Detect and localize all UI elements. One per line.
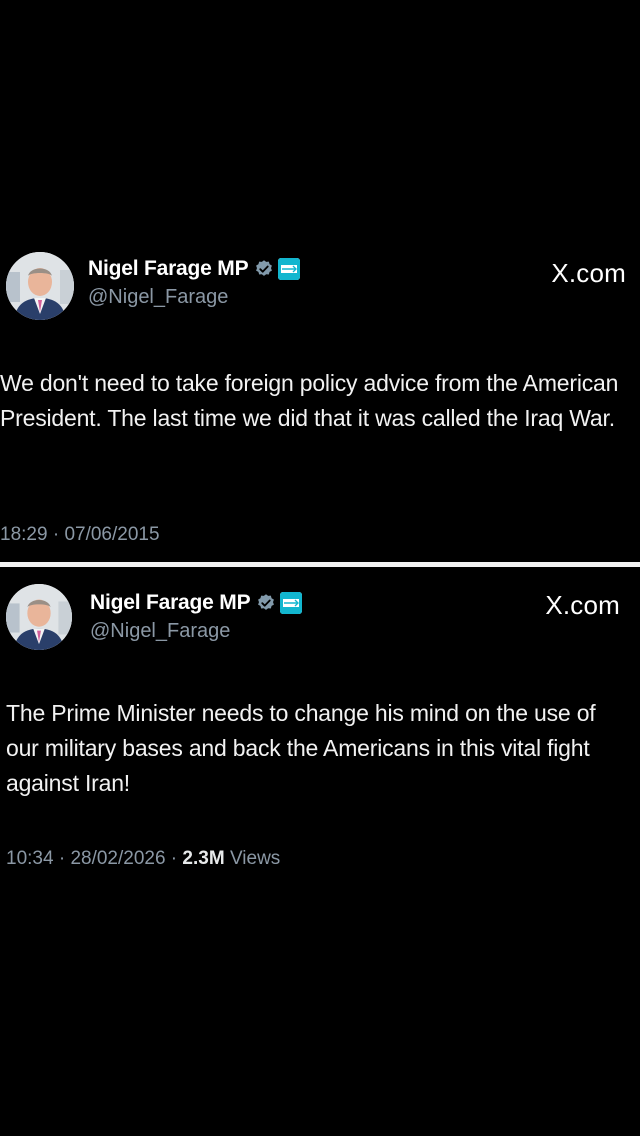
tweet-text: We don't need to take foreign policy adv… (0, 370, 619, 431)
avatar-image (6, 252, 74, 320)
display-name[interactable]: Nigel Farage MP (90, 591, 251, 615)
handle[interactable]: @Nigel_Farage (88, 286, 300, 309)
tweet-card[interactable]: Nigel Farage MP @Nigel_Farage X.com We d… (0, 248, 640, 545)
tweet-text: The Prime Minister needs to change his m… (6, 700, 596, 796)
verified-badge-icon[interactable] (256, 593, 276, 613)
meta-separator: · (47, 524, 65, 545)
brand-label: X.com (551, 258, 626, 289)
reform-uk-affiliate-icon[interactable] (278, 258, 301, 280)
author-info: Nigel Farage MP @Nigel_Farage (88, 254, 301, 309)
tweet-time[interactable]: 10:34 (6, 848, 54, 869)
views-count[interactable]: 2.3M (182, 848, 224, 869)
tweet-header: Nigel Farage MP @Nigel_Farage X.com (0, 578, 640, 658)
tweet-meta: 18:29 · 07/06/2015 (0, 524, 160, 546)
brand-text: X.com (551, 258, 626, 288)
name-row: Nigel Farage MP (88, 254, 301, 284)
brand-text: X.com (545, 590, 620, 620)
tweet-card[interactable]: Nigel Farage MP @Nigel_Farage X.com The … (0, 578, 640, 869)
avatar-image (6, 584, 72, 650)
tweet-date[interactable]: 28/02/2026 (70, 848, 165, 869)
brand-label: X.com (545, 590, 620, 621)
meta-separator: · (165, 848, 183, 869)
reform-uk-affiliate-icon[interactable] (280, 592, 303, 614)
views-label: Views (229, 848, 281, 869)
name-row: Nigel Farage MP (90, 588, 303, 618)
tweet-meta: 10:34 · 28/02/2026 · 2.3M Views (6, 848, 280, 870)
avatar[interactable] (6, 584, 72, 650)
display-name[interactable]: Nigel Farage MP (88, 257, 249, 281)
handle[interactable]: @Nigel_Farage (90, 620, 302, 643)
tweet-header: Nigel Farage MP @Nigel_Farage X.com (0, 248, 640, 328)
tweet-time[interactable]: 18:29 (0, 524, 48, 545)
meta-separator: · (53, 848, 71, 869)
avatar[interactable] (6, 252, 74, 320)
author-info: Nigel Farage MP @Nigel_Farage (90, 588, 303, 643)
divider (0, 562, 640, 567)
verified-badge-icon[interactable] (254, 259, 274, 279)
tweet-date[interactable]: 07/06/2015 (64, 524, 159, 545)
